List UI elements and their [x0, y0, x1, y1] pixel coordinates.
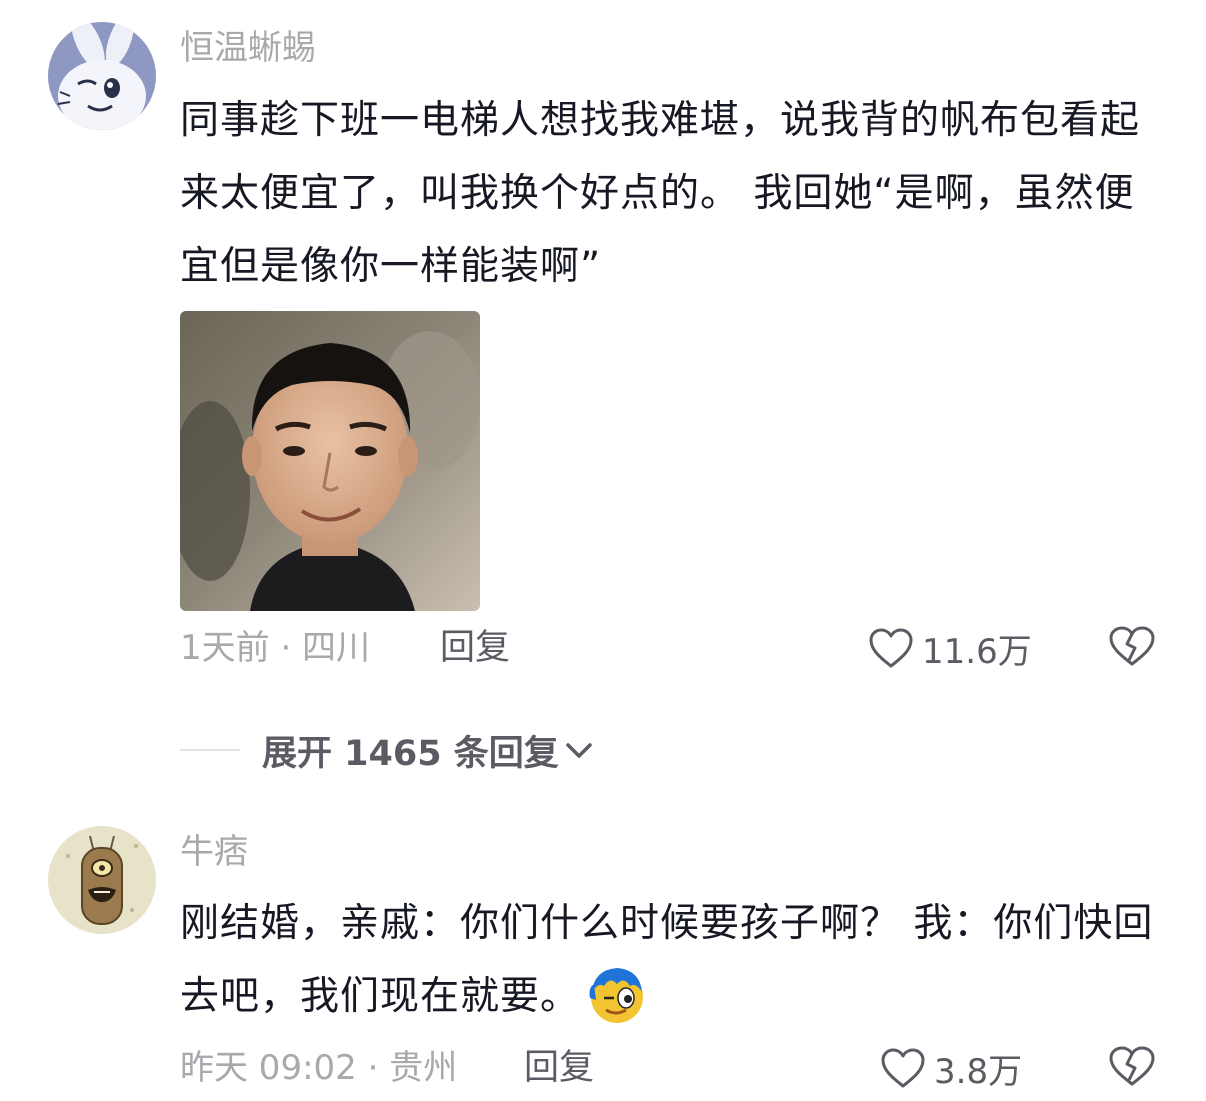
- comment-meta: 1天前 · 四川: [180, 628, 371, 668]
- comment-text: 刚结婚，亲戚：你们什么时候要孩子啊？ 我：你们快回去吧，我们现在就要。: [180, 887, 1170, 1033]
- like-count: 3.8万: [934, 1051, 1023, 1092]
- like-button[interactable]: 11.6万: [868, 624, 1032, 672]
- comment-text: 同事趁下班一电梯人想找我难堪，说我背的帆布包看起来太便宜了，叫我换个好点的。 我…: [180, 98, 1141, 289]
- heart-icon: [869, 628, 913, 668]
- like-button[interactable]: 3.8万: [880, 1044, 1022, 1092]
- expand-replies[interactable]: 展开 1465 条回复: [180, 728, 595, 774]
- smiling-man-photo-icon: [180, 311, 480, 611]
- user-avatar[interactable]: [48, 826, 156, 934]
- broken-heart-icon: [1109, 626, 1155, 666]
- reply-button[interactable]: 回复: [524, 1048, 594, 1088]
- reply-button[interactable]: 回复: [440, 628, 510, 668]
- comment-meta: 昨天 09:02 · 贵州: [180, 1048, 458, 1088]
- comment-text-content: 刚结婚，亲戚：你们什么时候要孩子啊？ 我：你们快回去吧，我们现在就要。: [180, 901, 1154, 1019]
- user-avatar[interactable]: [48, 22, 156, 130]
- divider-line: [180, 749, 240, 751]
- cartoon-rabbit-avatar-icon: [48, 22, 156, 130]
- chevron-down-icon[interactable]: [563, 738, 595, 762]
- dislike-button[interactable]: [1108, 1044, 1158, 1092]
- expand-replies-label[interactable]: 展开 1465 条回复: [262, 725, 559, 776]
- like-count: 11.6万: [922, 631, 1032, 672]
- comment-image[interactable]: [180, 311, 480, 611]
- sly-face-emoji-icon: [586, 964, 648, 1026]
- plankton-cartoon-avatar-icon: [48, 826, 156, 934]
- username[interactable]: 恒温蜥蜴: [180, 28, 316, 68]
- broken-heart-icon: [1109, 1046, 1155, 1086]
- dislike-button[interactable]: [1108, 624, 1158, 672]
- heart-icon: [881, 1048, 925, 1088]
- username[interactable]: 牛痞: [180, 832, 248, 872]
